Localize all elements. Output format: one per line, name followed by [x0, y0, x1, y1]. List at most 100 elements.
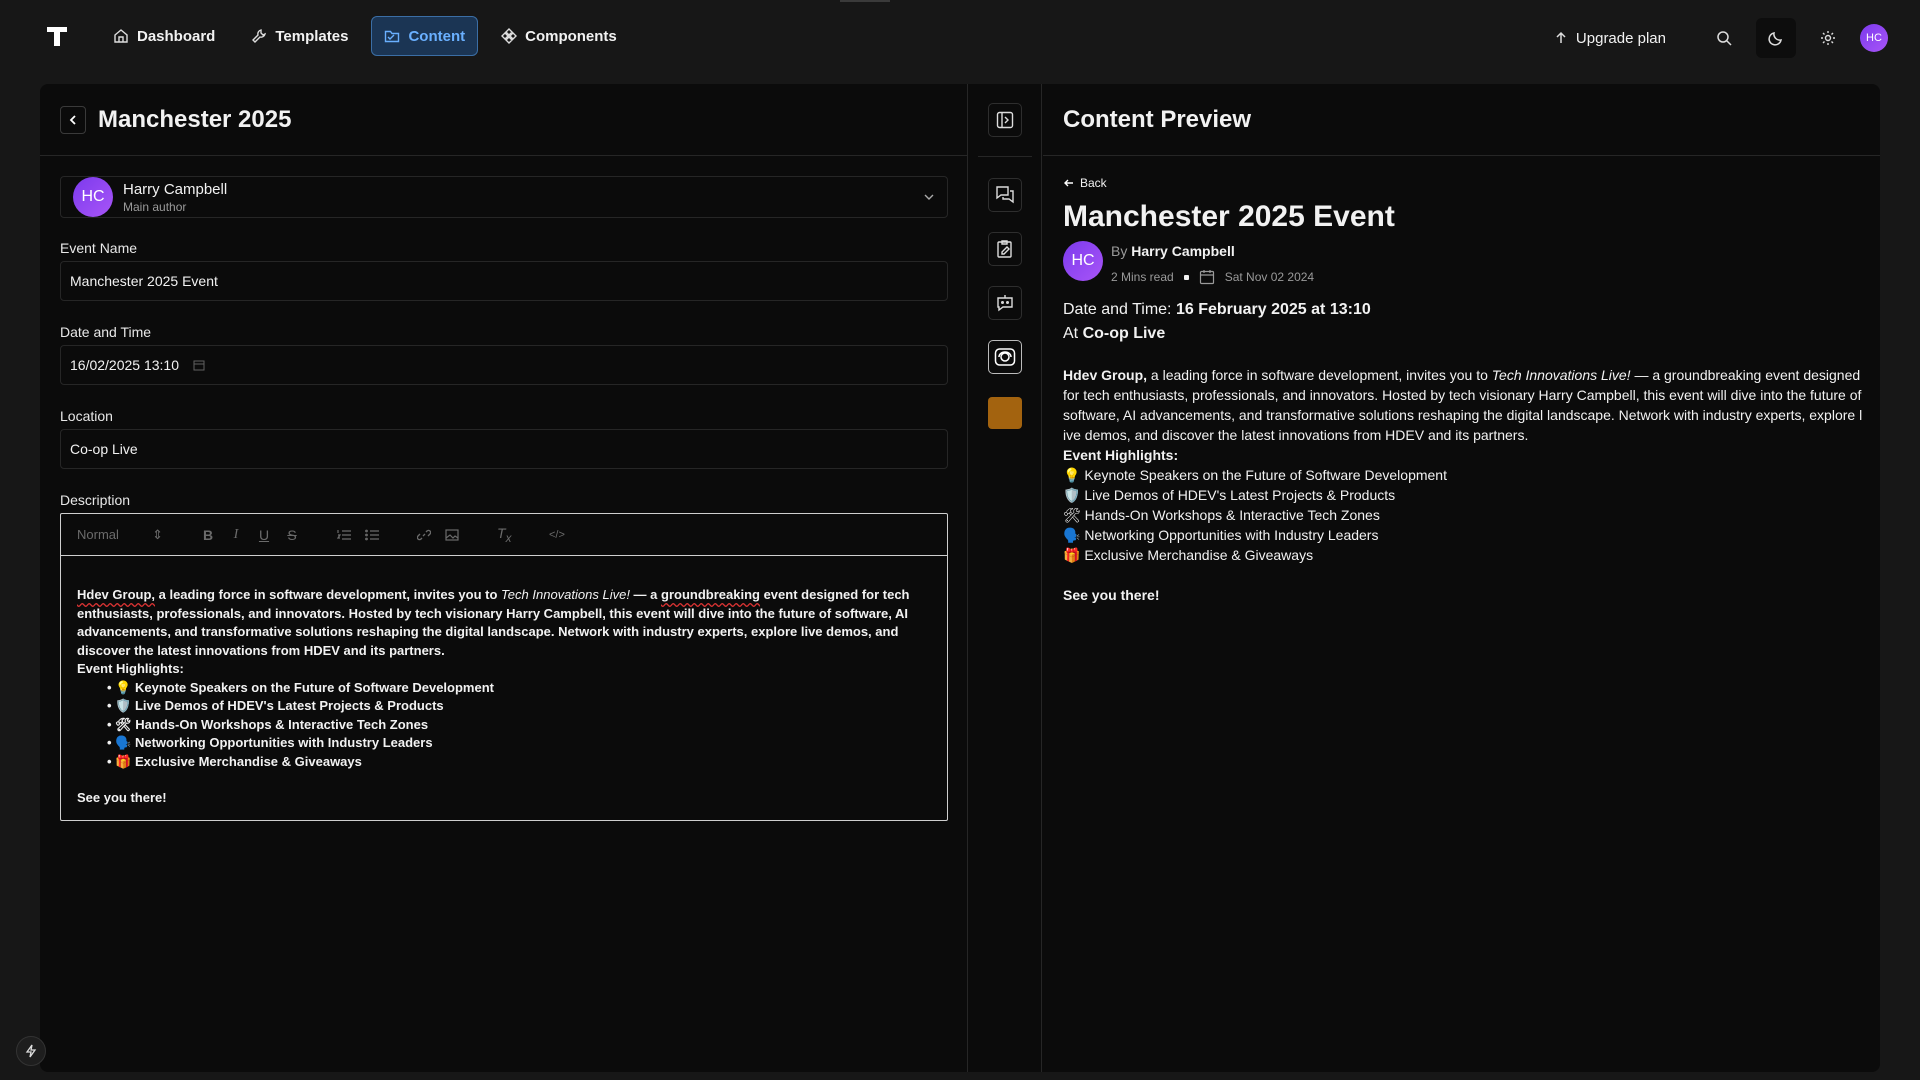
bold-icon[interactable]: B [201, 527, 215, 543]
sidebar-toggle-icon [996, 111, 1014, 129]
list-item: 🗣️ Networking Opportunities with Industr… [1063, 527, 1379, 543]
list-item: 💡 Keynote Speakers on the Future of Soft… [1063, 467, 1447, 483]
preview-toggle-button[interactable] [988, 340, 1022, 374]
strikethrough-icon[interactable]: S [285, 527, 299, 543]
top-navigation: Dashboard Templates Content Components U… [0, 0, 1920, 72]
search-button[interactable] [1706, 20, 1742, 56]
italic-icon[interactable]: I [229, 527, 243, 543]
highlights-heading: Event Highlights: [77, 661, 184, 676]
bot-icon [995, 293, 1015, 313]
closing-text: See you there! [77, 790, 167, 805]
editor-panel: Manchester 2025 HC Harry Campbell Main a… [40, 84, 968, 1072]
quick-actions-button[interactable] [16, 1036, 46, 1066]
notes-button[interactable] [988, 232, 1022, 266]
clear-format-icon[interactable]: Tx [497, 525, 511, 545]
location-field[interactable]: Co-op Live [60, 429, 948, 469]
highlights-list: 💡 Keynote Speakers on the Future of Soft… [77, 679, 931, 772]
event-name-field[interactable]: Manchester 2025 Event [60, 261, 948, 301]
back-label: Back [1080, 176, 1107, 190]
location-label: Location [60, 408, 113, 424]
list-item: 💡 Keynote Speakers on the Future of Soft… [107, 679, 931, 698]
arrow-up-icon [1554, 31, 1568, 45]
author-name: Harry Campbell [123, 180, 228, 198]
description-editor[interactable]: Normal ⇕ B I U S Tx </> Hdev Group, a le… [60, 513, 948, 821]
nav-dashboard-label: Dashboard [137, 27, 216, 45]
preview-heading: Manchester 2025 Event [1063, 200, 1395, 233]
preview-title: Content Preview [1063, 105, 1252, 133]
event-name-label: Event Name [60, 240, 138, 256]
folder-icon [384, 28, 400, 44]
author-role: Main author [123, 199, 187, 214]
rail-divider [978, 156, 1032, 157]
preview-date-location: Date and Time: 16 February 2025 at 13:10… [1063, 301, 1371, 342]
calendar-icon [1199, 269, 1215, 285]
arrow-left-icon [1063, 177, 1075, 189]
preview-header: Content Preview [1043, 84, 1880, 156]
preview-intro: Hdev Group, a leading force in software … [1063, 367, 1863, 443]
nav-dashboard[interactable]: Dashboard [100, 16, 228, 56]
chevron-down-icon [923, 191, 935, 203]
main-panel: Manchester 2025 HC Harry Campbell Main a… [40, 84, 1880, 1072]
sidebar-toggle-button[interactable] [988, 103, 1022, 137]
ordered-list-icon[interactable] [337, 529, 351, 541]
format-select[interactable]: Normal ⇕ [77, 527, 163, 543]
underline-icon[interactable]: U [257, 527, 271, 543]
preview-highlights-heading: Event Highlights: [1063, 447, 1179, 463]
description-content[interactable]: Hdev Group, a leading force in software … [61, 556, 947, 838]
assistant-button[interactable] [988, 286, 1022, 320]
search-icon [1716, 30, 1732, 46]
nav-templates-label: Templates [275, 27, 349, 45]
format-select-value: Normal [77, 526, 119, 542]
list-item: 🛡️ Live Demos of HDEV's Latest Projects … [1063, 487, 1396, 503]
nav-components[interactable]: Components [488, 16, 630, 56]
bullet-list-icon[interactable] [365, 529, 379, 541]
list-item: 🗣️ Networking Opportunities with Industr… [107, 734, 931, 753]
image-icon[interactable] [445, 528, 459, 541]
code-icon[interactable]: </> [549, 529, 565, 541]
back-button[interactable] [60, 105, 86, 134]
author-avatar: HC [73, 177, 113, 217]
user-avatar[interactable]: HC [1860, 24, 1888, 52]
gear-icon [1820, 30, 1836, 46]
wrench-icon [251, 28, 267, 44]
preview-back-link[interactable]: Back [1063, 176, 1864, 190]
description-intro: Hdev Group, a leading force in software … [77, 587, 910, 658]
list-item: 🛠 Hands-On Workshops & Interactive Tech … [107, 716, 931, 735]
link-icon[interactable] [417, 528, 431, 542]
editor-toolbar: Normal ⇕ B I U S Tx </> [61, 514, 947, 556]
event-name-value: Manchester 2025 Event [70, 273, 218, 289]
lightning-icon [24, 1044, 38, 1058]
upgrade-plan-label: Upgrade plan [1575, 29, 1666, 47]
read-time: 2 Mins read [1111, 270, 1174, 284]
list-item: 🎁 Exclusive Merchandise & Giveaways [107, 753, 931, 772]
logo-icon[interactable] [45, 24, 69, 48]
publish-date: Sat Nov 02 2024 [1224, 270, 1315, 284]
chevron-left-icon [67, 114, 79, 126]
top-indicator [840, 0, 890, 2]
location-value: Co-op Live [70, 441, 138, 457]
separator-dot [1183, 274, 1189, 280]
preview-closing: See you there! [1063, 587, 1160, 603]
moon-icon [1768, 30, 1784, 46]
camera-lens-icon [994, 347, 1016, 367]
tool-rail [968, 84, 1042, 1072]
nav-templates[interactable]: Templates [238, 16, 361, 56]
color-swatch[interactable] [988, 397, 1022, 429]
theme-toggle-button[interactable] [1756, 18, 1796, 58]
calendar-icon[interactable] [193, 359, 205, 371]
page-title: Manchester 2025 [98, 105, 292, 133]
updown-icon: ⇕ [152, 526, 163, 542]
comments-button[interactable] [988, 178, 1022, 212]
preview-author-meta: HC By Harry Campbell 2 Mins read Sat Nov… [1063, 241, 1864, 285]
nav-content-label: Content [408, 27, 466, 45]
settings-button[interactable] [1810, 20, 1846, 56]
upgrade-plan-button[interactable]: Upgrade plan [1554, 30, 1666, 47]
nav-content[interactable]: Content [371, 16, 479, 56]
list-item: 🛠 Hands-On Workshops & Interactive Tech … [1063, 507, 1380, 523]
date-time-field[interactable]: 16/02/2025 13:10 [60, 345, 948, 385]
preview-body: Hdev Group, a leading force in software … [1063, 365, 1864, 605]
chat-icon [995, 185, 1015, 205]
read-meta: 2 Mins read Sat Nov 02 2024 [1111, 269, 1314, 285]
description-label: Description [60, 492, 131, 508]
author-select[interactable]: HC Harry Campbell Main author [60, 176, 948, 218]
